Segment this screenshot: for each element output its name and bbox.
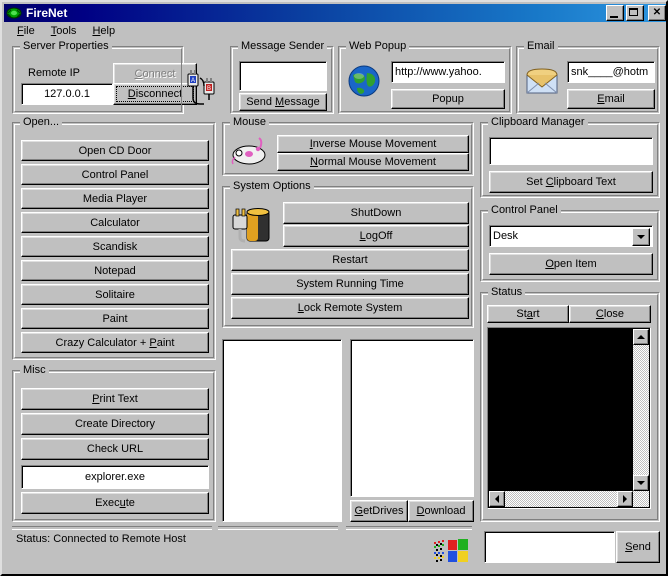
system-running-time-button[interactable]: System Running Time [231,273,469,295]
firenet-main-window: FireNet ✕ FFileile Tools Help Server Pro… [0,0,668,576]
control-panel-selected-value: Desk [493,230,518,242]
menu-bar: FFileile Tools Help [4,22,668,40]
open-group: Open... Open CD Door Control Panel Media… [12,122,216,360]
envelope-icon [523,63,563,99]
message-sender-group: Message Sender Send Message [230,46,334,114]
file-list-left[interactable] [222,339,342,522]
server-properties-group: Server Properties Remote IP 127.0.0.1 Co… [12,46,184,114]
scroll-left-button[interactable] [489,491,505,507]
email-address-input[interactable]: snk____@hotm [567,61,655,83]
status-close-button[interactable]: Close [569,305,651,323]
normal-mouse-movement-button[interactable]: Normal Mouse Movement [277,153,469,171]
mouse-group: Mouse Inverse Mouse Movement Normal Mous… [222,122,474,176]
popup-button[interactable]: Popup [391,89,505,109]
email-group: Email snk____@hotm Email [516,46,660,114]
mouse-legend: Mouse [230,116,269,128]
close-button[interactable]: ✕ [648,5,666,21]
shutdown-button[interactable]: ShutDown [283,202,469,224]
open-item-button[interactable]: Open Item [489,253,653,275]
menu-help[interactable]: Help [84,24,123,38]
create-directory-button[interactable]: Create Directory [21,413,209,435]
chevron-down-icon[interactable] [632,228,650,246]
control-panel-button[interactable]: Control Panel [21,164,209,185]
menu-file[interactable]: FFileile [9,24,43,38]
firenet-logo-icon [6,6,22,20]
statusbar-divider-left [12,526,212,530]
control-panel-select[interactable]: Desk [489,225,653,247]
clipboard-manager-legend: Clipboard Manager [488,116,588,128]
maximize-button[interactable] [626,5,644,21]
menu-tools[interactable]: Tools [43,24,85,38]
solitaire-button[interactable]: Solitaire [21,284,209,305]
system-options-group: System Options ShutDown LogOff Restart S… [222,186,474,328]
status-log-vscrollbar[interactable] [633,329,649,491]
status-text: Status: Connected to Remote Host [16,533,186,545]
status-legend: Status [488,286,525,298]
svg-text:B: B [207,86,211,92]
scroll-down-button[interactable] [633,475,649,491]
message-sender-input[interactable] [239,61,327,91]
web-popup-legend: Web Popup [346,40,409,52]
ab-plug-connector-icon: A B [184,68,220,108]
set-clipboard-text-button[interactable]: Set Clipboard Text [489,171,653,193]
globe-icon [345,61,385,101]
inverse-mouse-movement-button[interactable]: Inverse Mouse Movement [277,135,469,153]
download-button[interactable]: Download [408,500,474,522]
title-bar: FireNet ✕ [4,4,668,22]
misc-legend: Misc [20,364,49,376]
crazy-calculator-paint-button[interactable]: Crazy Calculator + Paint [21,332,209,353]
media-player-button[interactable]: Media Player [21,188,209,209]
calculator-button[interactable]: Calculator [21,212,209,233]
control-panel-group: Control Panel Desk Open Item [480,210,660,282]
windows-flag-icon [432,536,470,568]
power-plug-icon [229,203,279,247]
send-button[interactable]: Send [616,531,660,563]
scroll-up-button[interactable] [633,329,649,345]
web-popup-url-input[interactable]: http://www.yahoo. [391,61,505,83]
window-title: FireNet [26,6,67,20]
open-cd-door-button[interactable]: Open CD Door [21,140,209,161]
statusbar-divider-mid [218,526,338,530]
check-url-button[interactable]: Check URL [21,438,209,460]
open-group-legend: Open... [20,116,62,128]
status-group: Status Start Close [480,292,660,522]
print-text-button[interactable]: Print Text [21,388,209,410]
clipboard-text-input[interactable] [489,137,653,165]
svg-text:A: A [191,78,195,84]
server-properties-legend: Server Properties [20,40,112,52]
notepad-button[interactable]: Notepad [21,260,209,281]
clipboard-manager-group: Clipboard Manager Set Clipboard Text [480,122,660,198]
mouse-icon [229,135,273,169]
scroll-right-button[interactable] [617,491,633,507]
file-list-right[interactable] [350,339,474,497]
logoff-button[interactable]: LogOff [283,225,469,247]
getdrives-button[interactable]: GetDrives [350,500,408,522]
statusbar-divider-right [346,526,472,530]
send-command-input[interactable] [484,531,615,563]
misc-group: Misc Print Text Create Directory Check U… [12,370,216,522]
send-message-button[interactable]: Send Message [239,93,327,111]
lock-remote-system-button[interactable]: Lock Remote System [231,297,469,319]
execute-button[interactable]: Execute [21,492,209,514]
control-panel-legend: Control Panel [488,204,561,216]
status-start-button[interactable]: Start [487,305,569,323]
scandisk-button[interactable]: Scandisk [21,236,209,257]
web-popup-group: Web Popup http://www.yahoo. Popup [338,46,512,114]
system-options-legend: System Options [230,180,314,192]
remote-ip-input[interactable]: 127.0.0.1 [21,83,113,105]
command-input[interactable]: explorer.exe [21,465,209,489]
status-log-list[interactable] [487,327,651,509]
email-legend: Email [524,40,558,52]
minimize-button[interactable] [606,5,624,21]
email-button[interactable]: Email [567,89,655,109]
remote-ip-label: Remote IP [28,67,80,79]
paint-button[interactable]: Paint [21,308,209,329]
restart-button[interactable]: Restart [231,249,469,271]
message-sender-legend: Message Sender [238,40,327,52]
window-controls: ✕ [606,5,666,21]
